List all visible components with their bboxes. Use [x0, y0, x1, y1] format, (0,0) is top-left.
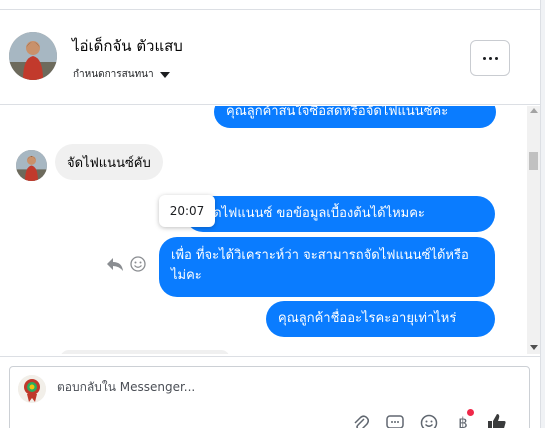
reply-composer: ฿ [9, 366, 530, 428]
more-horizontal-icon [482, 56, 486, 60]
emoji-icon[interactable] [418, 413, 440, 428]
message-actions [106, 256, 146, 276]
message-text: คุณลูกค้าชื่ออะไรคะอายุเท่าไหร่ [278, 311, 457, 326]
composer-toolbar: ฿ [350, 409, 508, 428]
reply-icon[interactable] [106, 256, 124, 276]
composer-divider [0, 356, 540, 357]
caret-down-icon [159, 71, 170, 78]
top-divider [0, 0, 540, 10]
notification-dot [467, 409, 474, 416]
message-incoming[interactable]: จัดไฟแนนซ์คับ [55, 144, 163, 180]
message-text: จัดไฟแนนซ์คับ [67, 156, 151, 171]
avatar[interactable] [9, 32, 57, 80]
chat-sticker-icon[interactable] [384, 413, 406, 428]
contact-name[interactable]: ไอ่เด็กจัน ตัวแสบ [72, 34, 183, 58]
more-options-button[interactable] [470, 40, 510, 76]
message-text: เพื่อ ที่จะได้วิเคราะห์ว่า จะสามารถจัดไฟ… [171, 248, 469, 283]
scroll-down-arrow-icon[interactable] [530, 345, 538, 350]
avatar[interactable] [16, 150, 47, 181]
paperclip-icon[interactable] [350, 413, 372, 428]
message-outgoing[interactable]: คุณลูกค้าชื่ออะไรคะอายุเท่าไหร่ [266, 301, 495, 337]
smiley-icon[interactable] [130, 256, 146, 276]
scroll-up-arrow-icon[interactable] [530, 108, 538, 113]
message-text: มีจัดไฟแนนซ์ ขอข้อมูลเบื้องต้นได้ไหมคะ [197, 206, 425, 221]
message-incoming-partial [60, 350, 230, 354]
message-outgoing[interactable]: คุณลูกค้าสนใจซื้อสดหรือจัดไฟแนนซ์คะ [214, 106, 496, 128]
scroll-thumb[interactable] [529, 152, 538, 170]
thumbs-up-icon[interactable] [486, 413, 508, 428]
conversation-schedule-menu[interactable]: กำหนดการสนทนา [73, 67, 170, 82]
message-list: คุณลูกค้าสนใจซื้อสดหรือจัดไฟแนนซ์คะ จัดไ… [0, 106, 527, 354]
baht-icon[interactable]: ฿ [452, 409, 474, 428]
page-avatar [18, 375, 46, 403]
schedule-label: กำหนดการสนทนา [73, 69, 154, 80]
timestamp-tooltip: 20:07 [159, 195, 215, 227]
window-edge [540, 0, 545, 428]
conversation-header: ไอ่เด็กจัน ตัวแสบ กำหนดการสนทนา [0, 10, 540, 105]
reply-input[interactable] [57, 380, 457, 394]
message-outgoing[interactable]: มีจัดไฟแนนซ์ ขอข้อมูลเบื้องต้นได้ไหมคะ [185, 196, 495, 232]
message-outgoing[interactable]: เพื่อ ที่จะได้วิเคราะห์ว่า จะสามารถจัดไฟ… [159, 237, 495, 297]
message-scrollbar[interactable] [527, 106, 540, 354]
message-text: คุณลูกค้าสนใจซื้อสดหรือจัดไฟแนนซ์คะ [226, 106, 449, 119]
